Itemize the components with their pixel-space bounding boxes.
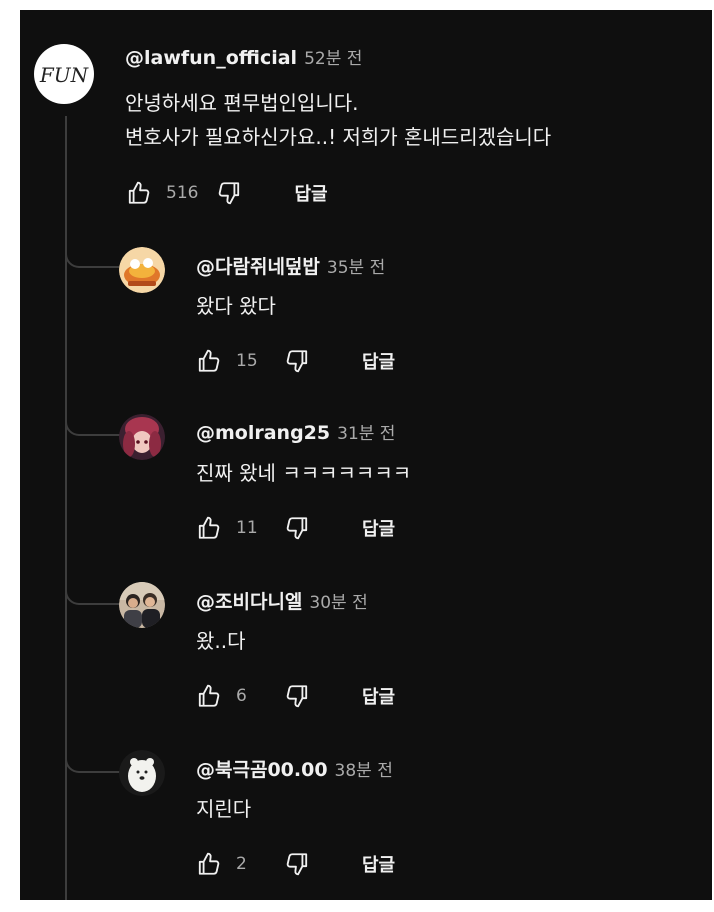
- comment-timestamp[interactable]: 52분 전: [304, 44, 362, 69]
- reply-button[interactable]: 답글: [362, 683, 395, 709]
- reply-button[interactable]: 답글: [362, 348, 395, 374]
- like-count: 516: [166, 183, 199, 203]
- reply-connector: [65, 749, 122, 773]
- like-count: 2: [236, 854, 247, 874]
- thumbs-down-icon: [286, 517, 308, 540]
- reply-action-bar: 15 답글: [194, 346, 395, 376]
- reply-header: @북극곰00.00 38분 전: [196, 755, 393, 782]
- dislike-button[interactable]: [214, 178, 244, 208]
- dislike-button[interactable]: [282, 849, 312, 879]
- reply-author-handle[interactable]: @molrang25: [196, 422, 330, 444]
- reply-header: @다람쥐네덮밥 35분 전: [196, 252, 385, 279]
- avatar-reply-4[interactable]: [119, 750, 165, 796]
- thumbs-up-icon: [198, 349, 220, 372]
- thumbs-up-icon: [198, 852, 220, 875]
- reply-action-bar: 6 답글: [194, 681, 395, 711]
- photo-avatar-image: [119, 582, 165, 628]
- reply-button[interactable]: 답글: [294, 180, 327, 206]
- reply-author-handle[interactable]: @북극곰00.00: [196, 755, 328, 782]
- reply-text: 진짜 왔네 ㅋㅋㅋㅋㅋㅋㅋ: [196, 461, 412, 485]
- like-button[interactable]: [194, 513, 224, 543]
- reply-author-handle[interactable]: @다람쥐네덮밥: [196, 252, 320, 279]
- reply-header: @조비다니엘 30분 전: [196, 587, 368, 614]
- dislike-button[interactable]: [282, 346, 312, 376]
- reply-timestamp[interactable]: 31분 전: [337, 419, 395, 444]
- reply-button[interactable]: 답글: [362, 851, 395, 877]
- thread-line: [65, 116, 67, 900]
- comment-text-line-2: 변호사가 필요하신가요..! 저희가 혼내드리겠습니다: [125, 125, 552, 149]
- comment-author-handle[interactable]: @lawfun_official: [125, 47, 297, 69]
- reply-connector: [65, 581, 122, 605]
- thumbs-up-icon: [128, 181, 150, 204]
- comment-text-line-1: 안녕하세요 편무법인입니다.: [125, 91, 359, 115]
- thumbs-up-icon: [198, 516, 220, 539]
- reply-action-bar: 2 답글: [194, 849, 395, 879]
- like-count: 11: [236, 518, 258, 538]
- comment-action-bar: 516 답글: [124, 178, 328, 208]
- avatar-reply-2[interactable]: [119, 414, 165, 460]
- thumbs-up-icon: [198, 684, 220, 707]
- avatar-logo-text: FUN: [39, 63, 90, 87]
- anime-avatar-image: [119, 414, 165, 460]
- avatar-lawfun-official[interactable]: FUN: [34, 44, 94, 104]
- like-button[interactable]: [124, 178, 154, 208]
- reply-header: @molrang25 31분 전: [196, 419, 395, 444]
- comments-panel: FUN @lawfun_official 52분 전 안녕하세요 편무법인입니다…: [20, 10, 712, 900]
- reply-timestamp[interactable]: 38분 전: [335, 756, 393, 781]
- thumbs-down-icon: [286, 853, 308, 876]
- like-button[interactable]: [194, 681, 224, 711]
- like-button[interactable]: [194, 346, 224, 376]
- reply-text: 지린다: [196, 797, 252, 821]
- dislike-button[interactable]: [282, 681, 312, 711]
- dislike-button[interactable]: [282, 513, 312, 543]
- fun-logo-avatar: FUN: [39, 63, 90, 87]
- comment-header: @lawfun_official 52분 전: [125, 44, 362, 69]
- reply-text: 왔다 왔다: [196, 294, 276, 318]
- reply-text: 왔..다: [196, 629, 246, 653]
- avatar-reply-1[interactable]: [119, 247, 165, 293]
- like-count: 6: [236, 686, 247, 706]
- reply-timestamp[interactable]: 35분 전: [327, 253, 385, 278]
- thumbs-down-icon: [286, 350, 308, 373]
- reply-author-handle[interactable]: @조비다니엘: [196, 587, 302, 614]
- thumbs-down-icon: [286, 685, 308, 708]
- thumbs-down-icon: [219, 182, 240, 205]
- reply-button[interactable]: 답글: [362, 515, 395, 541]
- reply-connector: [65, 412, 122, 436]
- reply-timestamp[interactable]: 30분 전: [309, 588, 367, 613]
- reply-action-bar: 11 답글: [194, 513, 395, 543]
- polar-bear-avatar-image: [119, 750, 165, 796]
- like-button[interactable]: [194, 849, 224, 879]
- like-count: 15: [236, 351, 258, 371]
- food-avatar-image: [119, 247, 165, 293]
- reply-connector: [65, 244, 122, 268]
- avatar-reply-3[interactable]: [119, 582, 165, 628]
